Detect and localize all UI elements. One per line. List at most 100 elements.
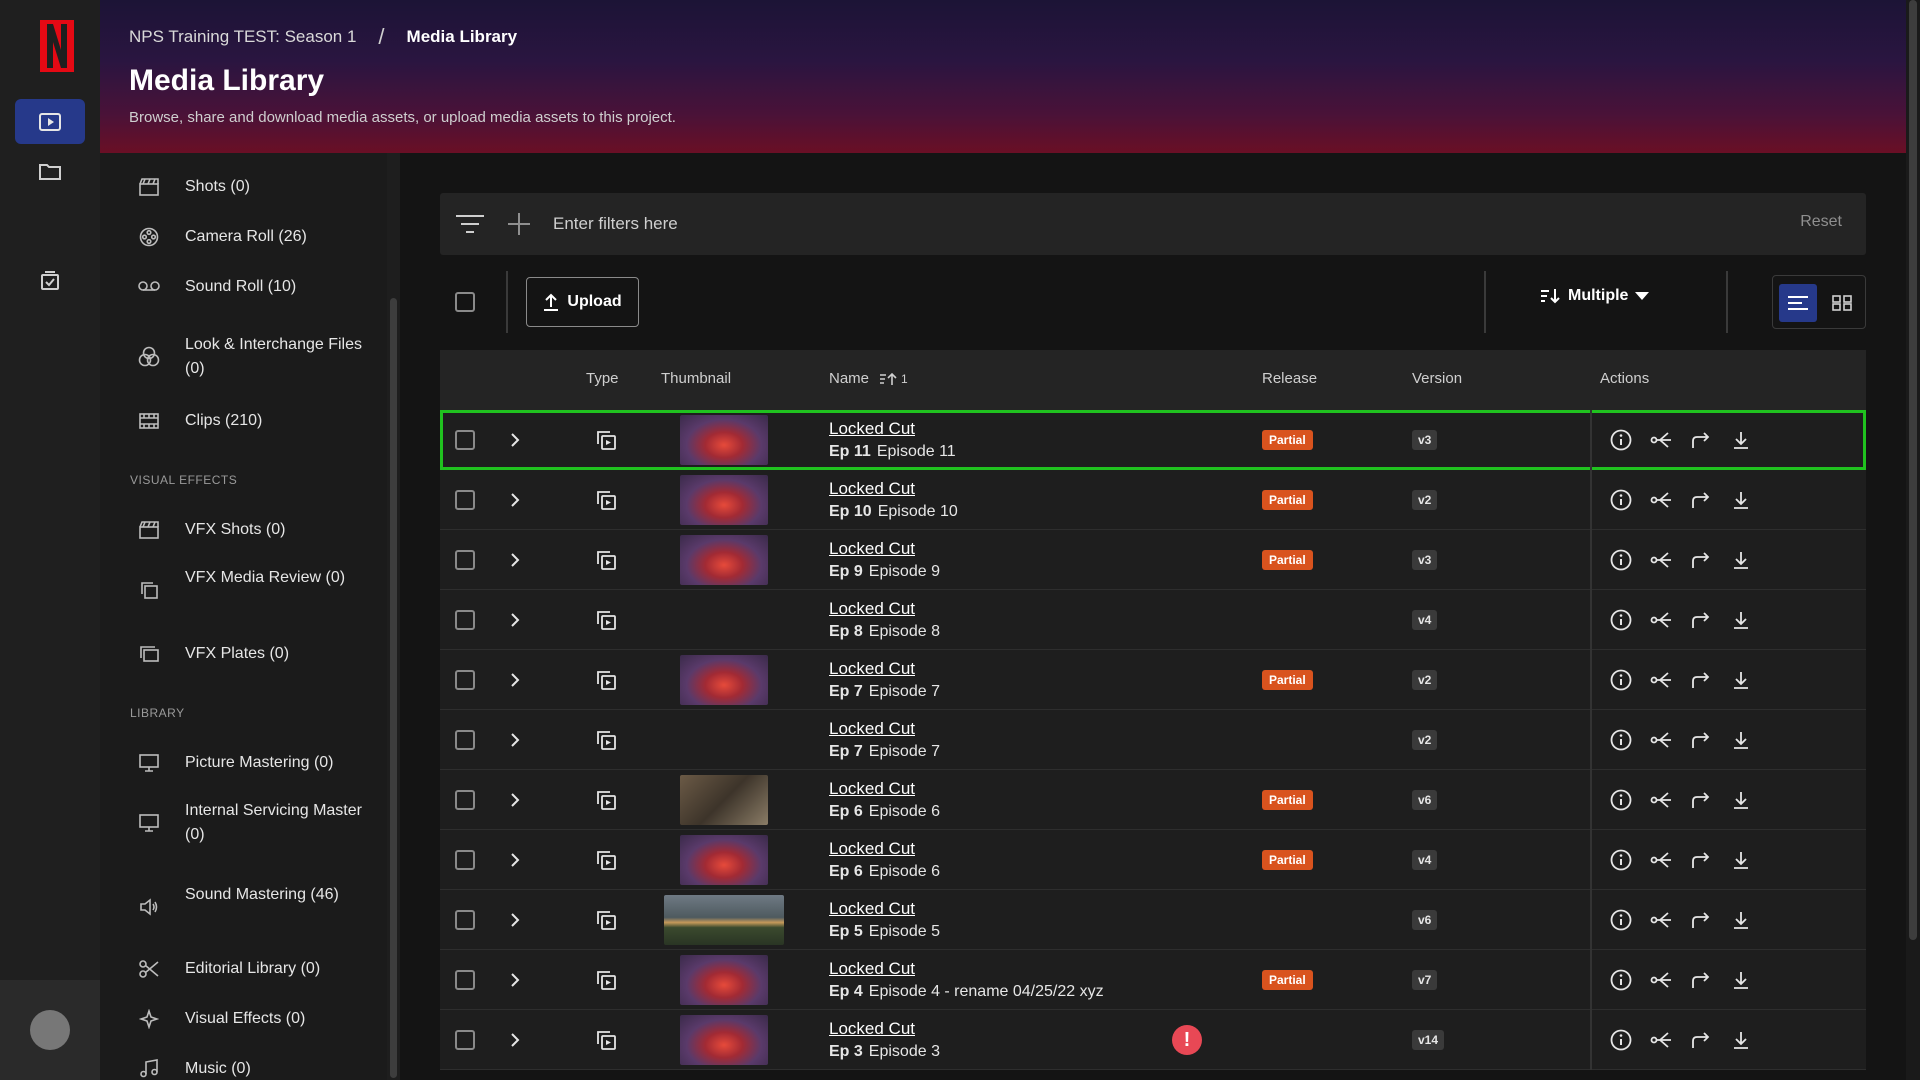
forward-icon[interactable] bbox=[1690, 489, 1712, 511]
share-icon[interactable] bbox=[1650, 729, 1672, 751]
download-icon[interactable] bbox=[1730, 549, 1752, 571]
rail-tasks-button[interactable] bbox=[15, 258, 85, 303]
share-icon[interactable] bbox=[1650, 549, 1672, 571]
sidebar-item[interactable]: Look & Interchange Files (0) bbox=[100, 333, 385, 381]
download-icon[interactable] bbox=[1730, 669, 1752, 691]
expand-chevron-icon[interactable] bbox=[510, 710, 520, 770]
forward-icon[interactable] bbox=[1690, 429, 1712, 451]
sidebar-item[interactable]: Sound Roll (10) bbox=[100, 275, 385, 299]
expand-chevron-icon[interactable] bbox=[510, 950, 520, 1010]
share-icon[interactable] bbox=[1650, 849, 1672, 871]
download-icon[interactable] bbox=[1730, 489, 1752, 511]
share-icon[interactable] bbox=[1650, 429, 1672, 451]
download-icon[interactable] bbox=[1730, 729, 1752, 751]
download-icon[interactable] bbox=[1730, 849, 1752, 871]
asset-title-link[interactable]: Locked Cut bbox=[829, 958, 915, 980]
asset-title-link[interactable]: Locked Cut bbox=[829, 898, 915, 920]
row-checkbox[interactable] bbox=[455, 670, 475, 690]
asset-title-link[interactable]: Locked Cut bbox=[829, 598, 915, 620]
asset-title-link[interactable]: Locked Cut bbox=[829, 1018, 915, 1040]
table-row[interactable]: Locked Cut Ep 8 Episode 8 v4 bbox=[440, 590, 1866, 650]
forward-icon[interactable] bbox=[1690, 969, 1712, 991]
share-icon[interactable] bbox=[1650, 1029, 1672, 1051]
media-thumbnail[interactable] bbox=[680, 475, 768, 525]
column-name[interactable]: Name 1 bbox=[829, 370, 908, 387]
forward-icon[interactable] bbox=[1690, 849, 1712, 871]
table-row[interactable]: Locked Cut Ep 11 Episode 11 Partial v3 bbox=[440, 410, 1866, 470]
media-thumbnail[interactable] bbox=[680, 775, 768, 825]
media-thumbnail[interactable] bbox=[680, 655, 768, 705]
info-icon[interactable] bbox=[1610, 429, 1632, 451]
forward-icon[interactable] bbox=[1690, 789, 1712, 811]
info-icon[interactable] bbox=[1610, 669, 1632, 691]
media-thumbnail[interactable] bbox=[680, 1015, 768, 1065]
table-row[interactable]: Locked Cut Ep 4 Episode 4 - rename 04/25/… bbox=[440, 950, 1866, 1010]
column-version[interactable]: Version bbox=[1412, 370, 1462, 387]
download-icon[interactable] bbox=[1730, 1029, 1752, 1051]
media-thumbnail[interactable] bbox=[680, 955, 768, 1005]
info-icon[interactable] bbox=[1610, 489, 1632, 511]
media-thumbnail[interactable] bbox=[680, 835, 768, 885]
reset-filters-button[interactable]: Reset bbox=[1800, 213, 1842, 231]
avatar[interactable] bbox=[30, 1010, 70, 1050]
table-row[interactable]: Locked Cut Ep 10 Episode 10 Partial v2 bbox=[440, 470, 1866, 530]
download-icon[interactable] bbox=[1730, 969, 1752, 991]
table-row[interactable]: Locked Cut Ep 5 Episode 5 v6 bbox=[440, 890, 1866, 950]
row-checkbox[interactable] bbox=[455, 970, 475, 990]
asset-title-link[interactable]: Locked Cut bbox=[829, 478, 915, 500]
table-row[interactable]: Locked Cut Ep 9 Episode 9 Partial v3 bbox=[440, 530, 1866, 590]
breadcrumb-project[interactable]: NPS Training TEST: Season 1 bbox=[129, 27, 356, 47]
media-thumbnail[interactable] bbox=[680, 535, 768, 585]
rail-folder-button[interactable] bbox=[15, 148, 85, 193]
sidebar-scrollbar-thumb[interactable] bbox=[390, 298, 397, 1078]
info-icon[interactable] bbox=[1610, 849, 1632, 871]
rail-media-button[interactable] bbox=[15, 99, 85, 144]
share-icon[interactable] bbox=[1650, 909, 1672, 931]
sidebar-scrollbar[interactable] bbox=[387, 153, 400, 1080]
forward-icon[interactable] bbox=[1690, 609, 1712, 631]
expand-chevron-icon[interactable] bbox=[510, 830, 520, 890]
info-icon[interactable] bbox=[1610, 1029, 1632, 1051]
table-row[interactable]: Locked Cut Ep 3 Episode 3 ! v14 bbox=[440, 1010, 1866, 1070]
info-icon[interactable] bbox=[1610, 609, 1632, 631]
forward-icon[interactable] bbox=[1690, 1029, 1712, 1051]
expand-chevron-icon[interactable] bbox=[510, 530, 520, 590]
info-icon[interactable] bbox=[1610, 549, 1632, 571]
expand-chevron-icon[interactable] bbox=[510, 890, 520, 950]
row-checkbox[interactable] bbox=[455, 910, 475, 930]
upload-button[interactable]: Upload bbox=[526, 277, 639, 327]
share-icon[interactable] bbox=[1650, 969, 1672, 991]
info-icon[interactable] bbox=[1610, 729, 1632, 751]
media-thumbnail[interactable] bbox=[664, 895, 784, 945]
forward-icon[interactable] bbox=[1690, 729, 1712, 751]
forward-icon[interactable] bbox=[1690, 669, 1712, 691]
sidebar-item[interactable]: Clips (210) bbox=[100, 409, 385, 433]
info-icon[interactable] bbox=[1610, 789, 1632, 811]
expand-chevron-icon[interactable] bbox=[510, 650, 520, 710]
sidebar-item[interactable]: Music (0) bbox=[100, 1057, 385, 1080]
table-row[interactable]: Locked Cut Ep 7 Episode 7 v2 bbox=[440, 710, 1866, 770]
netflix-logo[interactable] bbox=[40, 20, 74, 72]
download-icon[interactable] bbox=[1730, 909, 1752, 931]
sidebar-item[interactable]: Editorial Library (0) bbox=[100, 957, 385, 981]
row-checkbox[interactable] bbox=[455, 610, 475, 630]
info-icon[interactable] bbox=[1610, 909, 1632, 931]
column-type[interactable]: Type bbox=[586, 370, 619, 387]
filter-icon[interactable] bbox=[455, 193, 485, 255]
row-checkbox[interactable] bbox=[455, 790, 475, 810]
expand-chevron-icon[interactable] bbox=[510, 410, 520, 470]
column-release[interactable]: Release bbox=[1262, 370, 1317, 387]
table-row[interactable]: Locked Cut Ep 6 Episode 6 Partial v4 bbox=[440, 830, 1866, 890]
sidebar-item[interactable]: Camera Roll (26) bbox=[100, 225, 385, 249]
filter-input[interactable] bbox=[553, 206, 1653, 242]
expand-chevron-icon[interactable] bbox=[510, 470, 520, 530]
list-view-button[interactable] bbox=[1779, 284, 1817, 322]
sidebar-item[interactable]: Internal Servicing Master (0) bbox=[100, 799, 385, 847]
table-row[interactable]: Locked Cut Ep 6 Episode 6 Partial v6 bbox=[440, 770, 1866, 830]
download-icon[interactable] bbox=[1730, 609, 1752, 631]
share-icon[interactable] bbox=[1650, 489, 1672, 511]
expand-chevron-icon[interactable] bbox=[510, 590, 520, 650]
grid-view-button[interactable] bbox=[1823, 284, 1861, 322]
download-icon[interactable] bbox=[1730, 429, 1752, 451]
page-scrollbar-thumb[interactable] bbox=[1909, 0, 1917, 940]
